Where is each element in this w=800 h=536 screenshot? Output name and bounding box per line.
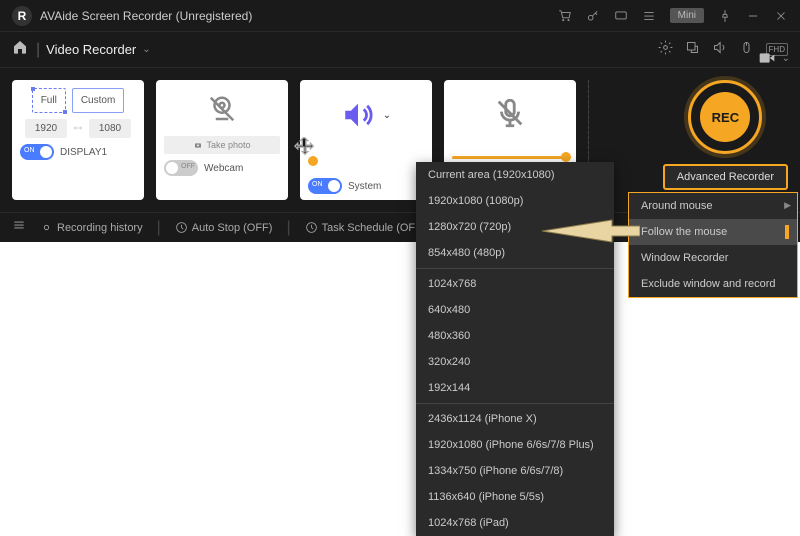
advanced-submenu: Around mouse▶Follow the mouseWindow Reco…: [628, 192, 798, 298]
advanced-recorder-button[interactable]: Advanced Recorder: [663, 164, 788, 190]
resolution-option[interactable]: Current area (1920x1080): [416, 162, 614, 188]
resolution-option[interactable]: 2436x1124 (iPhone X): [416, 406, 614, 432]
pin-icon[interactable]: [718, 9, 732, 23]
speaker-panel: ⌄ ON System: [300, 80, 432, 200]
width-field[interactable]: 1920: [25, 119, 67, 138]
display-name: DISPLAY1: [60, 147, 107, 158]
camera-icon[interactable]: [758, 50, 776, 66]
minimize-icon[interactable]: [746, 9, 760, 23]
webcam-panel: Take photo OFF Webcam: [156, 80, 288, 200]
resolution-option[interactable]: 1136x640 (iPhone 5/5s): [416, 484, 614, 510]
submenu-item[interactable]: Follow the mouse: [629, 219, 797, 245]
mini-button[interactable]: Mini: [670, 8, 704, 23]
hamburger-icon[interactable]: [12, 218, 26, 237]
height-field[interactable]: 1080: [89, 119, 131, 138]
resolution-option[interactable]: 320x240: [416, 349, 614, 375]
recording-history[interactable]: Recording history: [40, 221, 143, 234]
feedback-icon[interactable]: [614, 9, 628, 23]
mode-selector[interactable]: Video Recorder ⌄: [46, 42, 150, 57]
resolution-option[interactable]: 1024x768: [416, 271, 614, 297]
speaker-toggle[interactable]: ON: [308, 178, 342, 194]
speaker-label: System: [348, 181, 381, 192]
speaker-icon: [341, 98, 375, 132]
export-icon[interactable]: [685, 40, 700, 60]
menu-icon[interactable]: [642, 9, 656, 23]
app-logo: R: [12, 6, 32, 26]
record-area: ⌄ REC Advanced Recorder: [663, 80, 788, 190]
home-icon[interactable]: [12, 39, 28, 60]
task-schedule[interactable]: Task Schedule (OFF): [305, 221, 426, 234]
display-toggle[interactable]: ON: [20, 144, 54, 160]
close-icon[interactable]: [774, 9, 788, 23]
display-panel: Full Custom 1920 1080 ON DISPLAY1: [12, 80, 144, 200]
resolution-option[interactable]: 192x144: [416, 375, 614, 401]
main-panels: Full Custom 1920 1080 ON DISPLAY1 Take p…: [0, 68, 800, 212]
toolbar: | Video Recorder ⌄ FHD: [0, 32, 800, 68]
move-cursor-icon: [294, 136, 316, 163]
mic-slider[interactable]: [452, 156, 568, 159]
custom-area-button[interactable]: Custom: [72, 88, 124, 113]
resolution-option[interactable]: 1920x1080 (1080p): [416, 188, 614, 214]
webcam-toggle[interactable]: OFF: [164, 160, 198, 176]
key-icon[interactable]: [586, 9, 600, 23]
mode-label: Video Recorder: [46, 42, 136, 57]
webcam-icon: [164, 88, 280, 130]
submenu-item[interactable]: Exclude window and record: [629, 271, 797, 297]
swap-icon[interactable]: [73, 120, 83, 138]
submenu-item[interactable]: Around mouse▶: [629, 193, 797, 219]
settings-icon[interactable]: [658, 40, 673, 60]
sound-icon[interactable]: [712, 40, 727, 60]
resolution-option[interactable]: 640x480: [416, 297, 614, 323]
cart-icon[interactable]: [558, 9, 572, 23]
record-button[interactable]: REC: [688, 80, 762, 154]
full-area-button[interactable]: Full: [32, 88, 66, 113]
mouse-icon[interactable]: [739, 40, 754, 60]
mic-off-icon: [452, 88, 568, 138]
annotation-arrow: [542, 214, 640, 253]
webcam-label: Webcam: [204, 163, 243, 174]
resolution-option[interactable]: 1334x750 (iPhone 6/6s/7/8): [416, 458, 614, 484]
resolution-option[interactable]: 480x360: [416, 323, 614, 349]
resolution-option[interactable]: 1024x768 (iPad): [416, 510, 614, 536]
titlebar: R AVAide Screen Recorder (Unregistered) …: [0, 0, 800, 32]
submenu-item[interactable]: Window Recorder: [629, 245, 797, 271]
auto-stop[interactable]: Auto Stop (OFF): [175, 221, 273, 234]
chevron-down-icon[interactable]: ⌄: [383, 110, 391, 121]
take-photo-button[interactable]: Take photo: [164, 136, 280, 154]
chevron-down-icon[interactable]: ⌄: [782, 53, 790, 64]
chevron-down-icon: ⌄: [142, 44, 150, 55]
window-title: AVAide Screen Recorder (Unregistered): [40, 9, 558, 23]
resolution-option[interactable]: 1920x1080 (iPhone 6/6s/7/8 Plus): [416, 432, 614, 458]
